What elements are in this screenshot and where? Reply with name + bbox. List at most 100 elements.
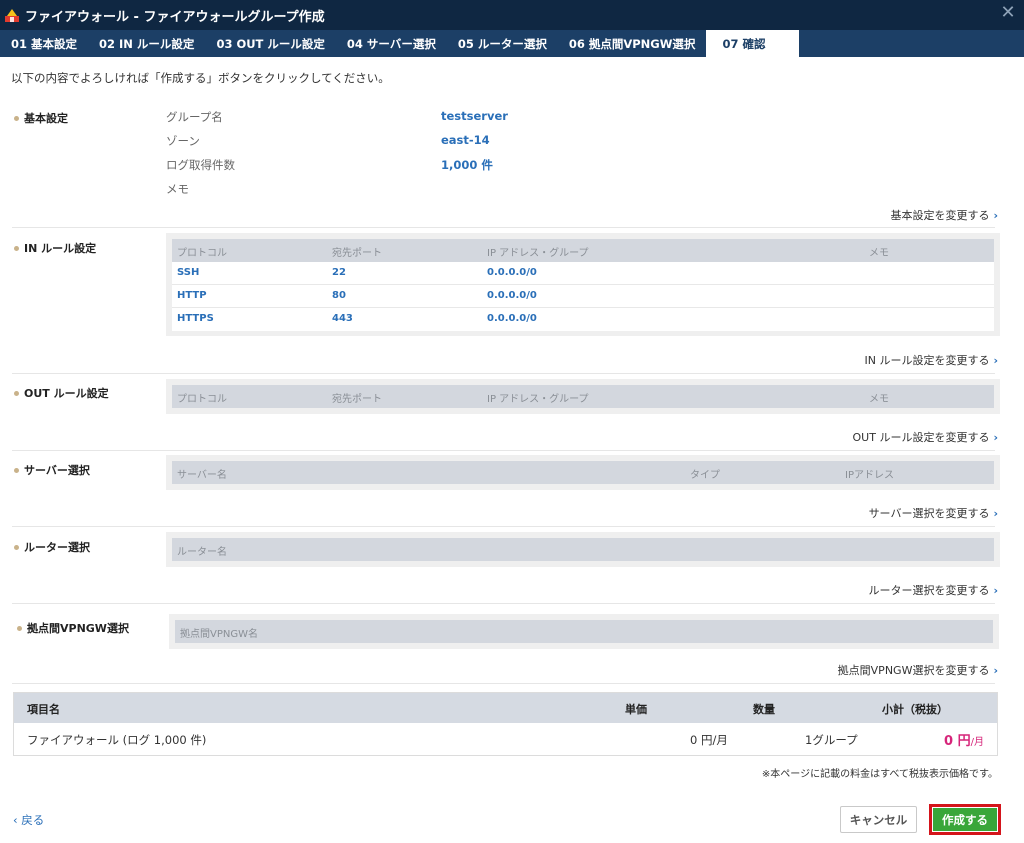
chevron-right-icon: › <box>993 354 998 367</box>
create-button[interactable]: 作成する <box>933 808 997 831</box>
bullet-icon <box>14 467 19 473</box>
column-header: メモ <box>869 394 889 405</box>
close-icon[interactable]: ✕ <box>998 2 1018 26</box>
column-header: プロトコル <box>177 394 227 405</box>
divider <box>12 373 995 374</box>
divider <box>12 227 995 228</box>
field-label-group-name: グループ名 <box>166 110 223 124</box>
in-rules-table: プロトコル 宛先ポート IP アドレス・グループ メモ SSH 22 0.0.0… <box>166 233 1000 336</box>
tab-server-select[interactable]: 04 サーバー選択 <box>336 30 447 57</box>
divider <box>12 526 995 527</box>
out-rules-table: プロトコル 宛先ポート IP アドレス・グループ メモ <box>166 379 1000 414</box>
section-heading-routers: ルーター選択 <box>14 539 90 555</box>
column-header: IP アドレス・グループ <box>487 248 589 259</box>
divider <box>12 450 995 451</box>
cell-port: 443 <box>332 313 353 324</box>
cancel-button[interactable]: キャンセル <box>840 806 917 833</box>
table-header: 項目名 単価 数量 小計（税抜） <box>14 693 997 723</box>
change-servers-link[interactable]: サーバー選択を変更する › <box>869 505 998 521</box>
tab-basic-settings[interactable]: 01 基本設定 <box>0 30 88 57</box>
routers-table: ルーター名 <box>166 532 1000 567</box>
table-header: プロトコル 宛先ポート IP アドレス・グループ メモ <box>172 239 994 262</box>
price-summary-table: 項目名 単価 数量 小計（税抜） ファイアウォール (ログ 1,000 件) 0… <box>13 692 998 756</box>
field-value-group-name: testserver <box>441 109 508 123</box>
tab-router-select[interactable]: 05 ルーター選択 <box>447 30 558 57</box>
chevron-right-icon: › <box>993 507 998 520</box>
chevron-right-icon: › <box>993 209 998 222</box>
table-row: HTTP 80 0.0.0.0/0 <box>172 285 994 308</box>
bullet-icon <box>14 245 19 251</box>
column-header: 宛先ポート <box>332 248 382 259</box>
field-label-memo: メモ <box>166 182 189 196</box>
column-header: メモ <box>869 248 889 259</box>
column-header: IPアドレス <box>845 470 894 481</box>
servers-table: サーバー名 タイプ IPアドレス <box>166 455 1000 490</box>
subtotal-unit: /月 <box>970 737 984 748</box>
wizard-tabs: 01 基本設定 02 IN ルール設定 03 OUT ルール設定 04 サーバー… <box>0 30 1024 57</box>
vpngw-table: 拠点間VPNGW名 <box>169 614 999 649</box>
cell-ip: 0.0.0.0/0 <box>487 313 537 324</box>
cell-protocol: HTTPS <box>177 313 214 324</box>
tab-vpngw-select[interactable]: 06 拠点間VPNGW選択 <box>558 30 707 57</box>
tab-in-rules[interactable]: 02 IN ルール設定 <box>88 30 205 57</box>
cell-subtotal: 0 円/月 <box>944 730 984 749</box>
bullet-icon <box>14 390 19 396</box>
bullet-icon <box>14 544 19 550</box>
cell-port: 22 <box>332 267 346 278</box>
back-link[interactable]: ‹ 戻る <box>13 812 44 828</box>
table-header: 拠点間VPNGW名 <box>175 620 993 643</box>
table-row: SSH 22 0.0.0.0/0 <box>172 262 994 285</box>
column-header: タイプ <box>690 470 720 481</box>
column-header: 宛先ポート <box>332 394 382 405</box>
table-header: プロトコル 宛先ポート IP アドレス・グループ メモ <box>172 385 994 408</box>
change-routers-link[interactable]: ルーター選択を変更する › <box>868 582 998 598</box>
field-value-log-count: 1,000 件 <box>441 158 493 172</box>
section-heading-vpngw: 拠点間VPNGW選択 <box>17 620 129 636</box>
chevron-right-icon: › <box>993 431 998 444</box>
column-header: 拠点間VPNGW名 <box>180 629 258 640</box>
window-titlebar: ファイアウォール - ファイアウォールグループ作成 ✕ <box>0 0 1024 30</box>
field-value-zone: east-14 <box>441 133 490 147</box>
table-header: サーバー名 タイプ IPアドレス <box>172 461 994 484</box>
bullet-icon <box>14 115 19 121</box>
table-header: ルーター名 <box>172 538 994 561</box>
cell-item-name: ファイアウォール (ログ 1,000 件) <box>27 733 207 747</box>
chevron-right-icon: › <box>993 664 998 677</box>
cell-ip: 0.0.0.0/0 <box>487 290 537 301</box>
cell-port: 80 <box>332 290 346 301</box>
cell-protocol: SSH <box>177 267 200 278</box>
divider <box>12 683 995 684</box>
section-heading-basic: 基本設定 <box>14 110 68 126</box>
change-in-rules-link[interactable]: IN ルール設定を変更する › <box>864 352 998 368</box>
change-vpngw-link[interactable]: 拠点間VPNGW選択を変更する › <box>838 662 998 678</box>
divider <box>12 603 995 604</box>
column-header: 数量 <box>753 703 775 716</box>
section-heading-out-rules: OUT ルール設定 <box>14 385 109 401</box>
section-heading-in-rules: IN ルール設定 <box>14 240 96 256</box>
column-header: ルーター名 <box>177 547 227 558</box>
column-header: サーバー名 <box>177 470 227 481</box>
subtotal-amount: 0 円 <box>944 734 971 749</box>
table-row: ファイアウォール (ログ 1,000 件) 0 円/月 1グループ 0 円/月 <box>14 723 997 755</box>
create-button-highlight: 作成する <box>929 804 1001 835</box>
column-header: プロトコル <box>177 248 227 259</box>
field-label-zone: ゾーン <box>166 134 200 148</box>
change-basic-link[interactable]: 基本設定を変更する › <box>890 207 998 223</box>
window-title: ファイアウォール - ファイアウォールグループ作成 <box>25 9 325 25</box>
cell-unit-price: 0 円/月 <box>690 733 728 747</box>
column-header: 小計（税抜） <box>882 703 948 716</box>
tax-note: ※本ページに記載の料金はすべて税抜表示価格です。 <box>761 769 998 780</box>
section-heading-servers: サーバー選択 <box>14 462 90 478</box>
change-out-rules-link[interactable]: OUT ルール設定を変更する › <box>853 429 998 445</box>
field-label-log-count: ログ取得件数 <box>166 158 235 172</box>
cell-quantity: 1グループ <box>805 733 858 747</box>
tab-out-rules[interactable]: 03 OUT ルール設定 <box>205 30 335 57</box>
cell-protocol: HTTP <box>177 290 207 301</box>
instruction-text: 以下の内容でよろしければ「作成する」ボタンをクリックしてください。 <box>11 71 390 85</box>
column-header: IP アドレス・グループ <box>487 394 589 405</box>
column-header: 単価 <box>625 703 647 716</box>
tab-confirm[interactable]: 07 確認 <box>706 30 800 57</box>
table-row: HTTPS 443 0.0.0.0/0 <box>172 308 994 331</box>
column-header: 項目名 <box>27 703 60 716</box>
bullet-icon <box>17 625 22 631</box>
